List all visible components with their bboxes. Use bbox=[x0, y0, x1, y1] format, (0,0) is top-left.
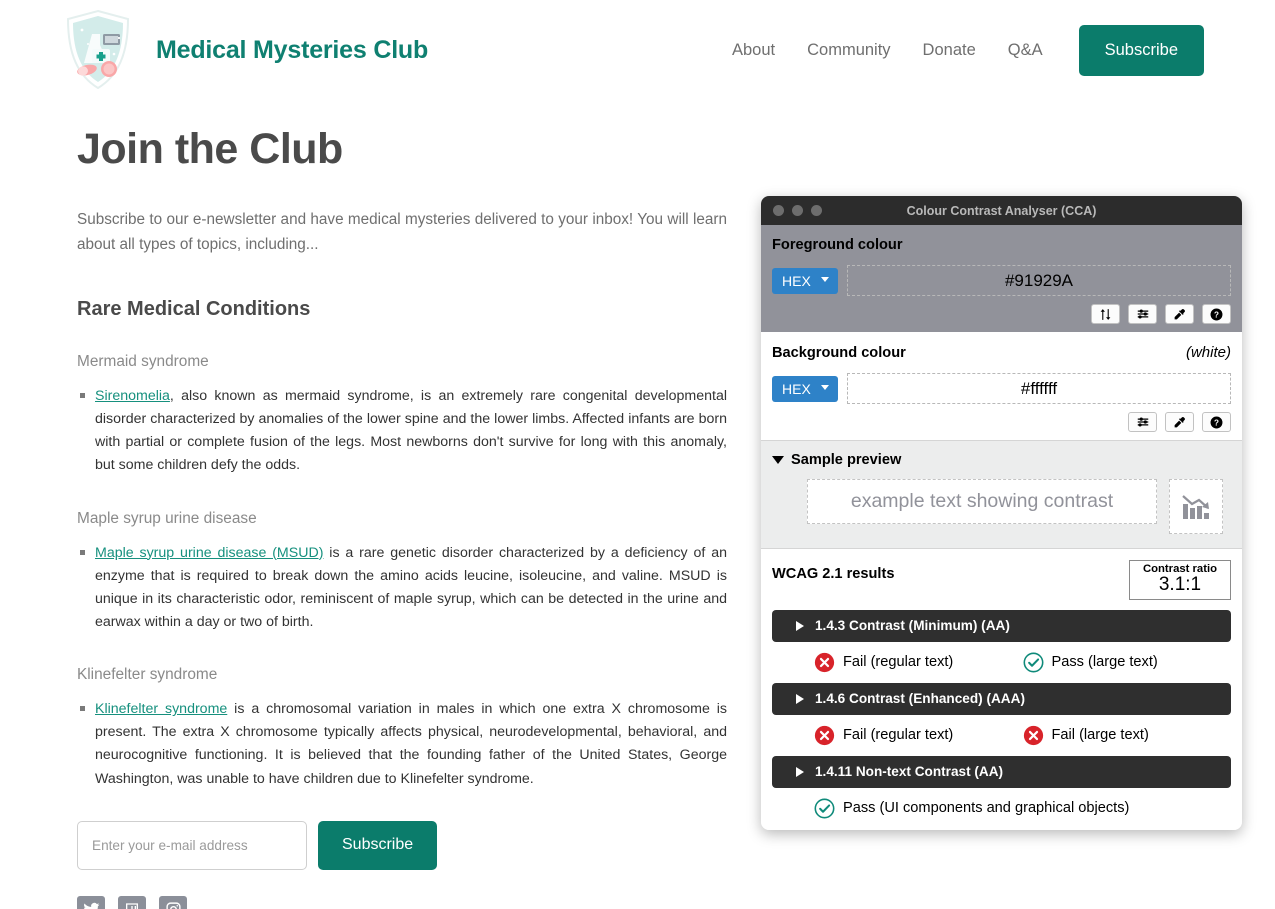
background-colour-input[interactable]: #ffffff bbox=[847, 373, 1231, 404]
swap-colours-icon[interactable] bbox=[1091, 304, 1120, 324]
background-tools: ? bbox=[772, 412, 1231, 432]
close-icon[interactable] bbox=[773, 205, 784, 216]
wcag-results-panel: WCAG 2.1 results Contrast ratio 3.1:1 1.… bbox=[761, 548, 1242, 830]
foreground-label: Foreground colour bbox=[772, 237, 903, 253]
sample-preview-panel: Sample preview example text showing cont… bbox=[761, 440, 1242, 548]
declining-bar-chart-icon bbox=[1182, 494, 1209, 519]
result-item: Fail (regular text) bbox=[814, 652, 1023, 673]
twitter-icon[interactable] bbox=[77, 895, 105, 909]
twitch-icon[interactable] bbox=[118, 895, 146, 909]
eyedropper-icon[interactable] bbox=[1165, 412, 1194, 432]
eyedropper-icon[interactable] bbox=[1165, 304, 1194, 324]
fail-icon bbox=[814, 725, 835, 746]
foreground-colour-input[interactable]: #91929A bbox=[847, 265, 1231, 296]
nav-item-qa[interactable]: Q&A bbox=[992, 41, 1059, 60]
list-item: Klinefelter syndrome is a chromosomal va… bbox=[77, 698, 727, 791]
cca-window: Colour Contrast Analyser (CCA) Foregroun… bbox=[761, 196, 1242, 830]
condition-body: , also known as mermaid syndrome, is an … bbox=[95, 387, 727, 474]
list-item: Maple syrup urine disease (MSUD) is a ra… bbox=[77, 542, 727, 635]
criterion-1-4-11[interactable]: 1.4.11 Non-text Contrast (AA) bbox=[772, 755, 1231, 788]
result-item: Fail (regular text) bbox=[814, 725, 1023, 746]
svg-text:?: ? bbox=[1214, 418, 1219, 427]
contrast-ratio-box: Contrast ratio 3.1:1 bbox=[1129, 560, 1231, 600]
foreground-format-select-wrap[interactable]: HEX bbox=[772, 267, 838, 294]
background-format-select[interactable]: HEX bbox=[772, 375, 838, 402]
pass-icon bbox=[814, 798, 835, 819]
foreground-tools: ? bbox=[772, 304, 1231, 324]
triangle-right-icon bbox=[796, 620, 804, 631]
brand-title: Medical Mysteries Club bbox=[156, 35, 429, 64]
subscribe-form: Subscribe bbox=[77, 820, 727, 870]
foreground-panel: Foreground colour HEX #91929A ? bbox=[761, 225, 1242, 332]
cca-window-title: Colour Contrast Analyser (CCA) bbox=[906, 203, 1097, 218]
condition-heading-klinefelter: Klinefelter syndrome bbox=[77, 666, 218, 684]
condition-link-sirenomelia[interactable]: Sirenomelia bbox=[95, 388, 170, 404]
sliders-icon[interactable] bbox=[1128, 412, 1157, 432]
condition-list-klinefelter: Klinefelter syndrome is a chromosomal va… bbox=[77, 698, 727, 791]
email-field[interactable] bbox=[77, 820, 307, 870]
main-content: Join the Club Subscribe to our e-newslet… bbox=[77, 125, 727, 909]
result-item: Fail (large text) bbox=[1023, 725, 1232, 746]
criterion-1-4-6[interactable]: 1.4.6 Contrast (Enhanced) (AAA) bbox=[772, 682, 1231, 715]
triangle-right-icon bbox=[796, 766, 804, 777]
condition-heading-mermaid: Mermaid syndrome bbox=[77, 352, 209, 370]
svg-text:?: ? bbox=[1214, 310, 1219, 319]
condition-list-mermaid: Sirenomelia, also known as mermaid syndr… bbox=[77, 385, 727, 478]
nav-subscribe-button[interactable]: Subscribe bbox=[1078, 24, 1204, 76]
triangle-right-icon bbox=[796, 693, 804, 704]
criterion-1-4-6-results: Fail (regular text) Fail (large text) bbox=[772, 725, 1231, 746]
fail-icon bbox=[1023, 725, 1043, 746]
sliders-icon[interactable] bbox=[1128, 304, 1157, 324]
intro-paragraph: Subscribe to our e-newsletter and have m… bbox=[77, 211, 727, 254]
site-header: Medical Mysteries Club About Community D… bbox=[0, 0, 1275, 100]
maximize-icon[interactable] bbox=[811, 205, 822, 216]
condition-list-msud: Maple syrup urine disease (MSUD) is a ra… bbox=[77, 542, 727, 635]
subscribe-submit-button[interactable]: Subscribe bbox=[318, 820, 438, 870]
wcag-results-title: WCAG 2.1 results bbox=[772, 566, 895, 582]
sample-preview-title: Sample preview bbox=[791, 452, 902, 468]
triangle-down-icon bbox=[772, 456, 784, 464]
background-panel: Background colour (white) HEX #ffffff ? bbox=[761, 332, 1242, 440]
list-item: Sirenomelia, also known as mermaid syndr… bbox=[77, 385, 727, 478]
help-icon[interactable]: ? bbox=[1202, 304, 1231, 324]
sample-preview-image bbox=[1169, 479, 1223, 534]
condition-link-klinefelter[interactable]: Klinefelter syndrome bbox=[95, 701, 227, 717]
pass-icon bbox=[1023, 652, 1043, 673]
background-colour-note: (white) bbox=[1185, 344, 1231, 361]
social-links bbox=[77, 895, 727, 909]
result-item: Pass (large text) bbox=[1023, 652, 1232, 673]
nav-item-community[interactable]: Community bbox=[791, 41, 906, 60]
condition-heading-msud: Maple syrup urine disease bbox=[77, 509, 257, 527]
sample-preview-text: example text showing contrast bbox=[807, 479, 1157, 524]
foreground-format-select[interactable]: HEX bbox=[772, 267, 838, 294]
criterion-1-4-11-results: Pass (UI components and graphical object… bbox=[772, 798, 1231, 819]
page-title: Join the Club bbox=[77, 125, 343, 173]
contrast-ratio-value: 3.1:1 bbox=[1158, 574, 1202, 595]
criterion-1-4-3-results: Fail (regular text) Pass (large text) bbox=[772, 652, 1231, 673]
nav-item-about[interactable]: About bbox=[716, 41, 791, 60]
window-controls[interactable] bbox=[773, 205, 822, 216]
minimize-icon[interactable] bbox=[792, 205, 803, 216]
criterion-1-4-3[interactable]: 1.4.3 Contrast (Minimum) (AA) bbox=[772, 609, 1231, 642]
nav-item-donate[interactable]: Donate bbox=[907, 41, 992, 60]
main-nav: About Community Donate Q&A Subscribe bbox=[716, 24, 1204, 76]
instagram-icon[interactable] bbox=[159, 895, 187, 909]
fail-icon bbox=[814, 652, 835, 673]
help-icon[interactable]: ? bbox=[1202, 412, 1231, 432]
sample-preview-toggle[interactable]: Sample preview bbox=[772, 452, 1231, 468]
result-item: Pass (UI components and graphical object… bbox=[814, 798, 1231, 819]
background-format-select-wrap[interactable]: HEX bbox=[772, 375, 838, 402]
cca-titlebar[interactable]: Colour Contrast Analyser (CCA) bbox=[761, 196, 1242, 225]
shield-medical-logo bbox=[66, 9, 130, 90]
section-heading: Rare Medical Conditions bbox=[77, 297, 311, 320]
brand[interactable]: Medical Mysteries Club bbox=[62, 8, 428, 92]
condition-link-msud[interactable]: Maple syrup urine disease (MSUD) bbox=[95, 545, 323, 561]
background-label: Background colour bbox=[772, 345, 906, 361]
